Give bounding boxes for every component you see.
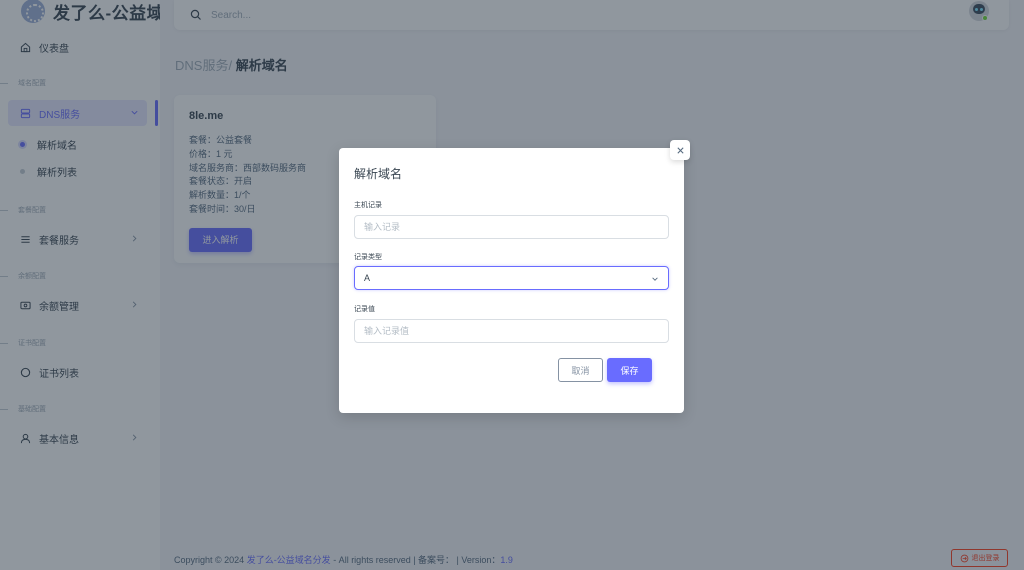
record-type-value: A — [364, 273, 371, 283]
chevron-down-icon — [652, 277, 658, 281]
record-value-input[interactable] — [354, 319, 669, 343]
save-button[interactable]: 保存 — [607, 358, 652, 382]
record-type-select[interactable]: A — [354, 266, 669, 290]
host-record-label: 主机记录 — [354, 202, 382, 209]
close-icon — [676, 146, 684, 154]
record-value-label: 记录值 — [354, 306, 375, 313]
modal-title: 解析域名 — [354, 167, 403, 181]
resolve-domain-modal: 解析域名 主机记录 记录类型 A 记录值 取消 保存 — [339, 148, 684, 413]
record-type-label: 记录类型 — [354, 254, 382, 261]
host-record-input[interactable] — [354, 215, 669, 239]
cancel-button[interactable]: 取消 — [558, 358, 603, 382]
modal-close-button[interactable] — [670, 140, 690, 160]
